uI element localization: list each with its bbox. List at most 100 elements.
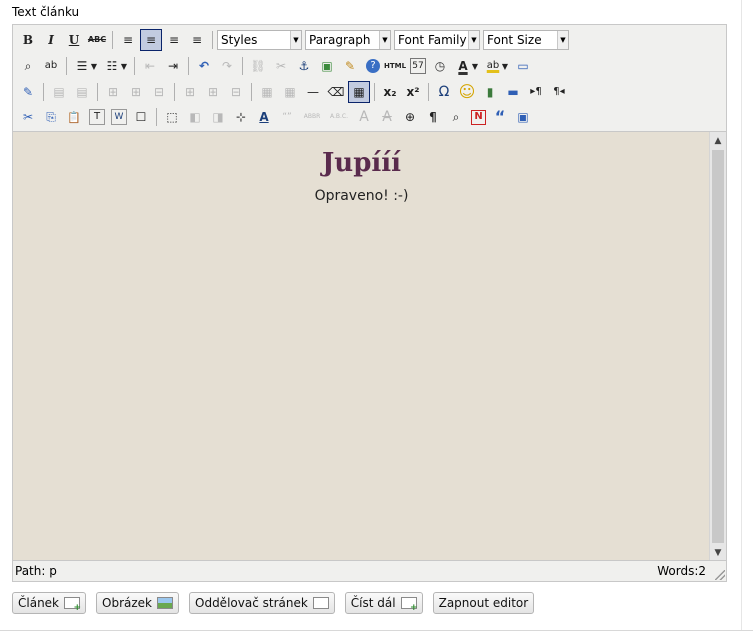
delete-text-icon[interactable]: A xyxy=(353,106,375,128)
insert-row-after-icon[interactable]: ⊞ xyxy=(125,81,147,103)
italic-button[interactable]: I xyxy=(40,29,62,51)
insert-image-button[interactable]: Obrázek xyxy=(96,592,179,614)
styles-select[interactable]: Styles ▼ xyxy=(217,30,302,50)
visual-aid-icon[interactable]: ▦ xyxy=(348,81,370,103)
attributes-icon[interactable]: ⊕ xyxy=(399,106,421,128)
preview-icon[interactable]: ⌕ xyxy=(445,106,467,128)
delete-row-icon[interactable]: ⊟ xyxy=(148,81,170,103)
toolbar-separator xyxy=(174,83,175,101)
copy-icon[interactable]: ⎘ xyxy=(40,106,62,128)
format-select-value: Paragraph xyxy=(309,33,371,47)
align-left-button[interactable]: ≡ xyxy=(117,29,139,51)
acronym-icon[interactable]: A.B.C. xyxy=(326,106,352,128)
ltr-icon[interactable]: ▸¶ xyxy=(525,81,547,103)
absolute-position-icon[interactable]: ⊹ xyxy=(230,106,252,128)
element-path[interactable]: Path: p xyxy=(15,564,57,578)
redo-icon[interactable]: ↷ xyxy=(216,55,238,77)
paste-icon[interactable]: 📋 xyxy=(63,106,85,128)
insert-col-after-icon[interactable]: ⊞ xyxy=(202,81,224,103)
insert-time-icon[interactable]: ◷ xyxy=(429,55,451,77)
toolbar-separator xyxy=(428,83,429,101)
font-family-select[interactable]: Font Family ▼ xyxy=(394,30,480,50)
subscript-icon[interactable]: x₂ xyxy=(379,81,401,103)
paste-word-icon[interactable]: W xyxy=(111,109,127,125)
cleanup-icon[interactable]: ✎ xyxy=(339,55,361,77)
content-heading[interactable]: Jupííí xyxy=(13,148,710,178)
move-backward-icon[interactable]: ◨ xyxy=(207,106,229,128)
strikethrough-button[interactable]: ABC xyxy=(86,29,108,51)
rich-text-editor: B I U ABC ≡ ≡ ≡ ≡ Styles ▼ Paragraph ▼ F… xyxy=(12,24,727,582)
rtl-icon[interactable]: ¶◂ xyxy=(548,81,570,103)
align-justify-button[interactable]: ≡ xyxy=(186,29,208,51)
toggle-editor-button[interactable]: Zapnout editor xyxy=(432,592,535,614)
insert-article-button[interactable]: Článek xyxy=(12,592,87,614)
outdent-icon[interactable]: ⇤ xyxy=(139,55,161,77)
nonbreaking-icon[interactable]: N xyxy=(471,109,486,125)
template-icon[interactable]: ▣ xyxy=(512,106,534,128)
scroll-thumb[interactable] xyxy=(712,150,724,543)
special-char-icon[interactable]: Ω xyxy=(433,81,455,103)
horizontal-rule-icon[interactable]: — xyxy=(302,81,324,103)
table-cell-props-icon[interactable]: ▤ xyxy=(71,81,93,103)
field-label: Text článku xyxy=(12,5,80,19)
format-select[interactable]: Paragraph ▼ xyxy=(305,30,391,50)
cut-icon[interactable]: ✂ xyxy=(17,106,39,128)
edit-css-icon[interactable]: ✎ xyxy=(17,81,39,103)
editor-statusbar: Path: p Words:2 xyxy=(13,560,726,581)
divider xyxy=(741,0,742,630)
insert-row-before-icon[interactable]: ⊞ xyxy=(102,81,124,103)
emoticon-icon[interactable]: ☺ xyxy=(456,81,478,103)
advanced-hr-icon[interactable]: ▬ xyxy=(502,81,524,103)
insert-layer-icon[interactable]: ⬚ xyxy=(161,106,183,128)
align-center-button[interactable]: ≡ xyxy=(140,29,162,51)
chevron-down-icon[interactable]: ▼ xyxy=(120,62,128,71)
undo-icon[interactable]: ↶ xyxy=(193,55,215,77)
chevron-down-icon[interactable]: ▼ xyxy=(501,62,509,71)
paste-text-icon[interactable]: T xyxy=(89,109,105,125)
abbr-icon[interactable]: ABBR xyxy=(299,106,325,128)
font-size-select[interactable]: Font Size ▼ xyxy=(483,30,569,50)
replace-icon[interactable]: ab xyxy=(40,55,62,77)
vertical-scrollbar[interactable]: ▲ ▼ xyxy=(709,132,726,561)
eraser-icon[interactable]: ⌫ xyxy=(325,81,347,103)
underline-button[interactable]: U xyxy=(63,29,85,51)
bold-button[interactable]: B xyxy=(17,29,39,51)
media-icon[interactable]: ▮ xyxy=(479,81,501,103)
anchor-icon[interactable]: ⚓ xyxy=(293,55,315,77)
insert-text-icon[interactable]: A xyxy=(376,106,398,128)
merge-cells-icon[interactable]: ▦ xyxy=(279,81,301,103)
visual-chars-icon[interactable]: ¶ xyxy=(422,106,444,128)
fullscreen-icon[interactable]: ▭ xyxy=(512,55,534,77)
find-icon[interactable]: ⌕ xyxy=(17,55,39,77)
move-forward-icon[interactable]: ◧ xyxy=(184,106,206,128)
scroll-down-icon[interactable]: ▼ xyxy=(710,544,726,561)
blockquote-icon[interactable]: “ xyxy=(489,106,511,128)
content-paragraph[interactable]: Opraveno! :-) xyxy=(13,188,710,204)
image-icon[interactable]: ▣ xyxy=(316,55,338,77)
superscript-icon[interactable]: x² xyxy=(402,81,424,103)
cite-icon[interactable]: “” xyxy=(276,106,298,128)
toolbar-row-2: ⌕ ab ☰ ▼ ☷ ▼ ⇤ ⇥ ↶ ↷ ⛓ ✂ ⚓ ▣ ✎ ? HTML 57… xyxy=(17,54,535,78)
style-props-icon[interactable]: A xyxy=(253,106,275,128)
scroll-up-icon[interactable]: ▲ xyxy=(710,132,726,149)
editor-content-area[interactable]: Jupííí Opraveno! :-) ▲ ▼ xyxy=(13,131,726,561)
split-cells-icon[interactable]: ▦ xyxy=(256,81,278,103)
insert-readmore-button[interactable]: Číst dál xyxy=(344,592,423,614)
insert-pagebreak-button[interactable]: Oddělovač stránek xyxy=(189,592,335,614)
select-all-icon[interactable]: ☐ xyxy=(130,106,152,128)
chevron-down-icon[interactable]: ▼ xyxy=(90,62,98,71)
align-right-button[interactable]: ≡ xyxy=(163,29,185,51)
insert-date-icon[interactable]: 57 xyxy=(410,58,426,74)
delete-col-icon[interactable]: ⊟ xyxy=(225,81,247,103)
indent-icon[interactable]: ⇥ xyxy=(162,55,184,77)
chevron-down-icon: ▼ xyxy=(379,31,390,49)
table-row-props-icon[interactable]: ▤ xyxy=(48,81,70,103)
help-icon[interactable]: ? xyxy=(366,59,380,73)
toolbar-separator xyxy=(212,31,213,49)
resize-grip-icon[interactable] xyxy=(715,570,725,580)
chevron-down-icon[interactable]: ▼ xyxy=(471,62,479,71)
html-source-icon[interactable]: HTML xyxy=(384,55,406,77)
insert-col-before-icon[interactable]: ⊞ xyxy=(179,81,201,103)
link-icon[interactable]: ⛓ xyxy=(247,55,269,77)
unlink-icon[interactable]: ✂ xyxy=(270,55,292,77)
